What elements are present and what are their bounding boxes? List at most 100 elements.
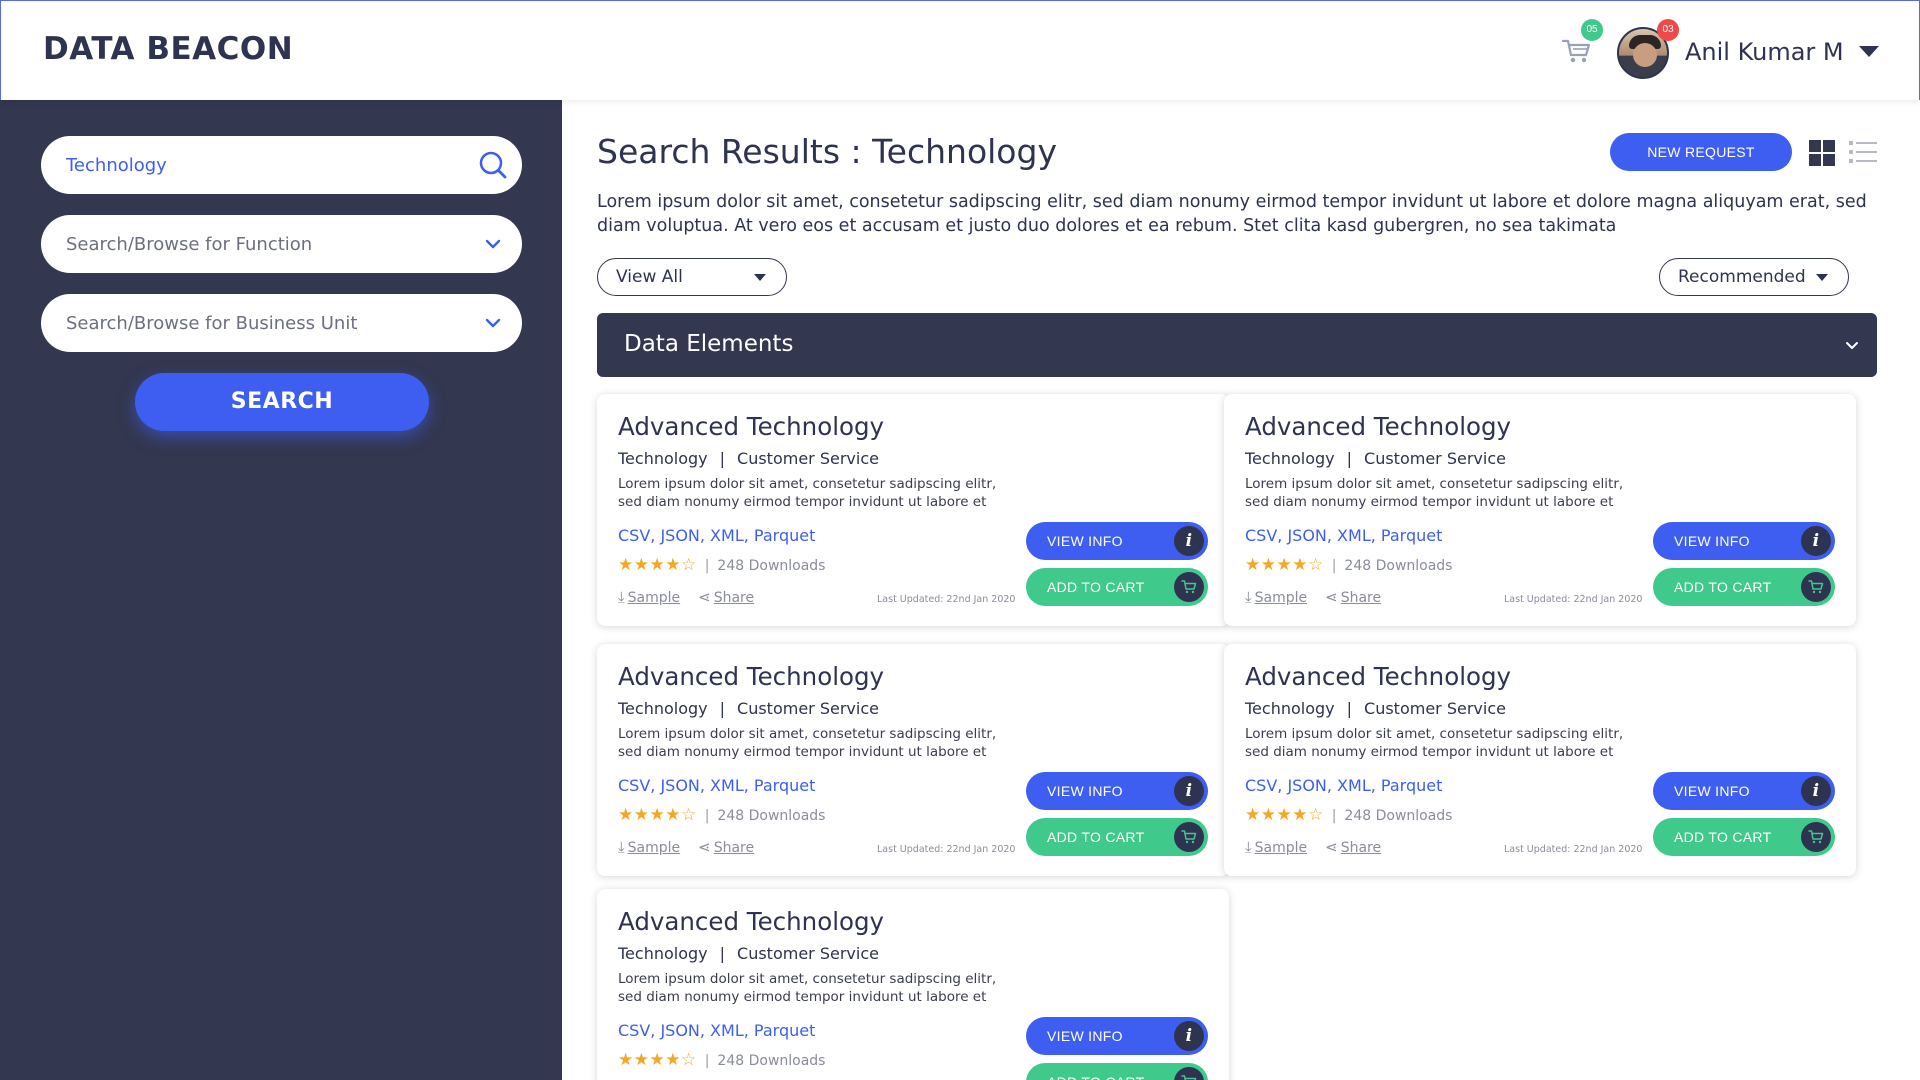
card-tag-unit: Customer Service — [1364, 449, 1506, 468]
info-icon: i — [1174, 526, 1204, 556]
chevron-down-icon — [485, 318, 501, 328]
star-icon: ★★★★☆ — [618, 555, 697, 575]
card-tag-unit: Customer Service — [737, 944, 879, 963]
card-rating: ★★★★☆ | 248 Downloads — [1245, 805, 1453, 825]
sample-link[interactable]: Sample — [628, 840, 681, 856]
view-info-button[interactable]: VIEW INFO i — [1653, 522, 1835, 560]
card-downloads: 248 Downloads — [717, 558, 826, 574]
card-description: Lorem ipsum dolor sit amet, consetetur s… — [618, 971, 997, 1005]
card-title[interactable]: Advanced Technology — [618, 662, 884, 691]
main-content: Search Results : Technology NEW REQUEST … — [562, 100, 1920, 1080]
cart-icon — [1801, 822, 1831, 852]
card-formats: CSV, JSON, XML, Parquet — [1245, 526, 1443, 545]
share-icon: ⋖ — [1325, 588, 1338, 606]
share-icon: ⋖ — [1325, 838, 1338, 856]
business-unit-select[interactable]: Search/Browse for Business Unit — [41, 294, 522, 352]
card-tags: Technology | Customer Service — [618, 449, 879, 468]
add-to-cart-label: ADD TO CART — [1674, 829, 1772, 845]
add-to-cart-button[interactable]: ADD TO CART — [1653, 568, 1835, 606]
card-last-updated: Last Updated: 22nd Jan 2020 — [877, 844, 1016, 855]
user-name[interactable]: Anil Kumar M — [1685, 38, 1844, 66]
download-icon: ⤓ — [1245, 838, 1252, 856]
cart-icon — [1801, 572, 1831, 602]
view-info-button[interactable]: VIEW INFO i — [1026, 522, 1208, 560]
sort-dropdown[interactable]: Recommended — [1659, 258, 1849, 296]
card-links: ⤓ Sample ⋖ Share — [1245, 838, 1381, 856]
search-button[interactable]: SEARCH — [135, 373, 429, 431]
cart-icon — [1174, 822, 1204, 852]
search-input[interactable]: Technology — [41, 136, 522, 194]
card-tag-category: Technology — [618, 449, 708, 468]
caret-down-icon — [754, 274, 766, 281]
notification-count-badge: 03 — [1657, 19, 1679, 41]
card-downloads: 248 Downloads — [1344, 808, 1453, 824]
share-link[interactable]: Share — [714, 840, 754, 856]
cart-count-badge: 05 — [1581, 19, 1603, 41]
add-to-cart-button[interactable]: ADD TO CART — [1026, 568, 1208, 606]
info-icon: i — [1801, 776, 1831, 806]
grid-view-icon[interactable] — [1809, 140, 1835, 166]
function-select[interactable]: Search/Browse for Function — [41, 215, 522, 273]
card-rating: ★★★★☆ | 248 Downloads — [1245, 555, 1453, 575]
card-last-updated: Last Updated: 22nd Jan 2020 — [1504, 844, 1643, 855]
card-links: ⤓ Sample ⋖ Share — [618, 838, 754, 856]
result-card: Advanced Technology Technology | Customer … — [597, 644, 1229, 876]
tag-separator: | — [1346, 699, 1353, 718]
function-select-placeholder: Search/Browse for Function — [66, 234, 313, 255]
card-tag-unit: Customer Service — [737, 699, 879, 718]
list-view-icon[interactable] — [1849, 140, 1877, 164]
view-info-button[interactable]: VIEW INFO i — [1653, 772, 1835, 810]
header-cart-button[interactable]: 05 — [1561, 19, 1603, 67]
data-elements-header[interactable]: Data Elements — [597, 313, 1877, 377]
card-description: Lorem ipsum dolor sit amet, consetetur s… — [618, 726, 997, 760]
search-icon[interactable] — [478, 150, 508, 180]
star-icon: ★★★★☆ — [1245, 555, 1324, 575]
card-description: Lorem ipsum dolor sit amet, consetetur s… — [1245, 726, 1624, 760]
add-to-cart-label: ADD TO CART — [1047, 1074, 1144, 1080]
card-tag-unit: Customer Service — [737, 449, 879, 468]
view-info-label: VIEW INFO — [1047, 1028, 1123, 1044]
new-request-button[interactable]: NEW REQUEST — [1610, 133, 1792, 171]
card-downloads: 248 Downloads — [717, 808, 826, 824]
user-menu-caret-icon[interactable] — [1859, 46, 1879, 57]
card-tags: Technology | Customer Service — [618, 699, 879, 718]
card-tag-category: Technology — [618, 699, 708, 718]
share-link[interactable]: Share — [714, 590, 754, 606]
sample-link[interactable]: Sample — [1255, 840, 1308, 856]
share-link[interactable]: Share — [1341, 590, 1381, 606]
add-to-cart-label: ADD TO CART — [1047, 579, 1145, 595]
card-rating: ★★★★☆ | 248 Downloads — [618, 1050, 826, 1070]
download-icon: ⤓ — [618, 588, 625, 606]
share-link[interactable]: Share — [1341, 840, 1381, 856]
section-title: Data Elements — [624, 331, 794, 357]
card-tag-category: Technology — [618, 944, 708, 963]
card-rating: ★★★★☆ | 248 Downloads — [618, 805, 826, 825]
sample-link[interactable]: Sample — [1255, 590, 1308, 606]
view-info-button[interactable]: VIEW INFO i — [1026, 1017, 1208, 1055]
card-title[interactable]: Advanced Technology — [618, 907, 884, 936]
card-last-updated: Last Updated: 22nd Jan 2020 — [877, 594, 1016, 605]
brand-logo[interactable]: DATA BEACON — [43, 31, 293, 67]
card-links: ⤓ Sample ⋖ Share — [618, 588, 754, 606]
card-formats: CSV, JSON, XML, Parquet — [1245, 776, 1443, 795]
card-title[interactable]: Advanced Technology — [618, 412, 884, 441]
card-formats: CSV, JSON, XML, Parquet — [618, 776, 816, 795]
sample-link[interactable]: Sample — [628, 590, 681, 606]
card-links: ⤓ Sample ⋖ Share — [1245, 588, 1381, 606]
business-unit-select-placeholder: Search/Browse for Business Unit — [66, 313, 358, 334]
card-title[interactable]: Advanced Technology — [1245, 412, 1511, 441]
card-tag-category: Technology — [1245, 699, 1335, 718]
add-to-cart-button[interactable]: ADD TO CART — [1026, 1063, 1208, 1080]
view-filter-dropdown[interactable]: View All — [597, 258, 787, 296]
add-to-cart-button[interactable]: ADD TO CART — [1653, 818, 1835, 856]
add-to-cart-button[interactable]: ADD TO CART — [1026, 818, 1208, 856]
result-card: Advanced Technology Technology | Customer … — [1224, 644, 1856, 876]
share-icon: ⋖ — [698, 838, 711, 856]
result-card: Advanced Technology Technology | Customer … — [1224, 394, 1856, 626]
share-icon: ⋖ — [698, 588, 711, 606]
tag-separator: | — [1346, 449, 1353, 468]
card-title[interactable]: Advanced Technology — [1245, 662, 1511, 691]
download-icon: ⤓ — [618, 838, 625, 856]
sidebar: Technology Search/Browse for Function Se… — [0, 100, 562, 1080]
view-info-button[interactable]: VIEW INFO i — [1026, 772, 1208, 810]
